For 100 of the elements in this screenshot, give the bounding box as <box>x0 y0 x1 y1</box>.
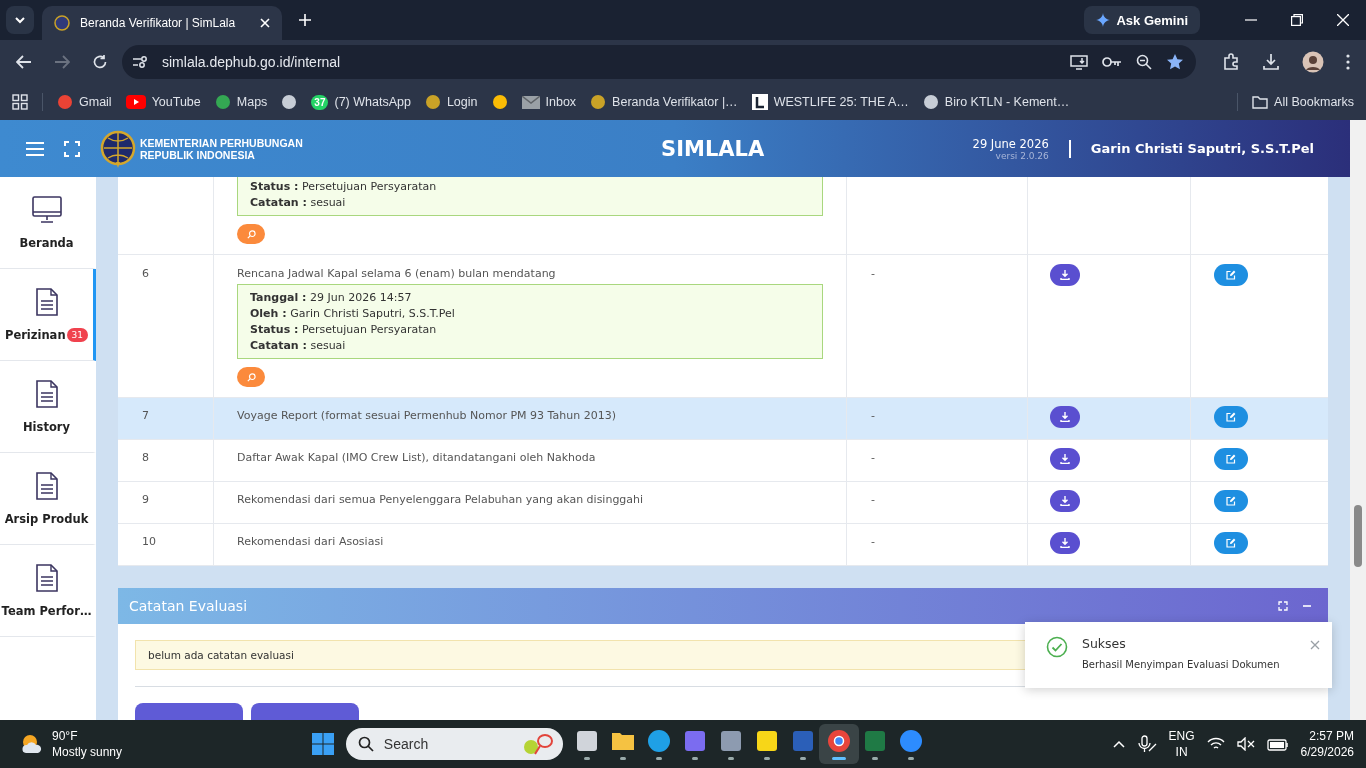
organization-name: REPUBLIK INDONESIA <box>140 148 256 161</box>
fullscreen-icon[interactable] <box>64 140 80 157</box>
avatar-icon[interactable] <box>1302 51 1324 73</box>
edit-button[interactable] <box>1214 532 1248 554</box>
bookmark[interactable]: Biro KTLN - Kement… <box>922 94 1070 110</box>
row-number: 10 <box>142 535 156 548</box>
bookmark[interactable]: Maps <box>214 94 268 110</box>
app-icon <box>754 728 779 753</box>
download-button[interactable] <box>1050 406 1080 428</box>
start-icon[interactable] <box>311 733 334 755</box>
app-icon <box>682 728 707 753</box>
bookmark[interactable]: Gmail <box>57 94 112 110</box>
edit-button[interactable] <box>1214 448 1248 470</box>
note-line: Status : Persetujuan Persyaratan <box>250 323 438 336</box>
app-title: SIMLALA <box>661 136 765 161</box>
bookmark[interactable]: Inbox <box>521 95 577 109</box>
app-icon <box>718 728 743 753</box>
bookmark-icon <box>424 94 441 110</box>
current-date: 29 June 2026 <box>972 136 1049 151</box>
taskbar-app[interactable] <box>818 724 859 764</box>
download-icon <box>1060 412 1070 422</box>
document-icon <box>35 471 58 500</box>
download-icon <box>1060 538 1070 548</box>
browser-tab[interactable]: Beranda Verifikator | SimLala <box>42 6 282 40</box>
mail-icon <box>521 95 540 109</box>
folder-icon <box>1252 95 1269 109</box>
expand-icon[interactable] <box>1278 601 1288 611</box>
install-app-icon[interactable] <box>1070 54 1088 70</box>
bookmark[interactable]: YouTube <box>125 95 201 109</box>
note-line: Tanggal : 29 Jun 2026 14:57 <box>250 291 413 304</box>
back-icon[interactable] <box>16 55 32 69</box>
edit-icon <box>1226 412 1236 422</box>
search-field[interactable]: Search <box>345 728 563 760</box>
search-icon <box>357 736 374 752</box>
bookmark[interactable] <box>491 94 508 110</box>
clock[interactable]: 2:57 PM 6/29/2026 <box>1300 728 1354 760</box>
document-name: Voyage Report (format sesuai Permenhub Nomor PM 93 Tahun 2013) <box>237 409 616 422</box>
bookmark[interactable]: 37 (7) WhatsApp <box>311 94 411 110</box>
download-button[interactable] <box>1050 448 1080 470</box>
edit-icon <box>1226 538 1236 548</box>
monitor-icon <box>31 195 62 224</box>
ask-gemini-button[interactable]: Ask Gemini <box>1084 6 1200 34</box>
apps-grid-icon[interactable] <box>12 94 28 110</box>
note-line: Catatan : sesuai <box>250 339 347 352</box>
row-number: 9 <box>142 493 149 506</box>
address-bar[interactable]: simlala.dephub.go.id/internal <box>122 45 1196 79</box>
edit-button[interactable] <box>1214 406 1248 428</box>
extensions-icon[interactable] <box>1222 53 1240 71</box>
app-icon <box>574 728 599 753</box>
battery-icon[interactable] <box>1266 737 1289 751</box>
star-icon[interactable] <box>1166 53 1184 71</box>
wifi-icon[interactable] <box>1206 737 1225 751</box>
new-tab-icon[interactable] <box>298 13 312 27</box>
bookmark-icon <box>57 94 73 110</box>
download-icon[interactable] <box>1262 53 1280 71</box>
note-line: Oleh : Garin Christi Saputri, S.S.T.Pel <box>250 307 456 320</box>
edit-icon <box>1226 270 1236 280</box>
tab-title: Beranda Verifikator | SimLala <box>80 16 237 30</box>
restore-icon[interactable] <box>1291 14 1303 26</box>
download-button[interactable] <box>1050 264 1080 286</box>
zoom-out-icon[interactable] <box>1136 54 1152 70</box>
all-bookmarks-link[interactable]: All Bookmarks <box>1252 95 1354 109</box>
row-number: 7 <box>142 409 149 422</box>
organization-name: KEMENTERIAN PERHUBUNGAN <box>140 136 303 149</box>
toast-message: Berhasil Menyimpan Evaluasi Dokumen <box>1082 659 1281 670</box>
note-line: Catatan : sesuai <box>250 196 347 209</box>
sun-cloud-icon <box>20 733 44 755</box>
bookmark-icon <box>491 94 508 110</box>
download-icon <box>1060 454 1070 464</box>
weather-widget[interactable]: 90°F Mostly sunny <box>20 728 123 760</box>
user-name: Garin Christi Saputri, S.S.T.Pel <box>1090 141 1314 156</box>
muted-speaker-icon[interactable] <box>1236 737 1255 751</box>
remarks-cell: - <box>871 267 875 280</box>
edit-icon <box>1226 454 1236 464</box>
bookmark-icon <box>214 94 231 110</box>
bookmark[interactable]: Login <box>424 94 478 110</box>
chevron-up-icon[interactable] <box>1112 740 1125 748</box>
scrollbar[interactable] <box>1350 120 1366 720</box>
row-number: 8 <box>142 451 149 464</box>
tab-search-button[interactable] <box>6 6 34 34</box>
edit-button[interactable] <box>1214 264 1248 286</box>
reload-icon[interactable] <box>92 54 108 70</box>
forward-icon[interactable] <box>54 55 70 69</box>
panel-title: Catatan Evaluasi <box>129 598 248 614</box>
download-button[interactable] <box>1050 490 1080 512</box>
bookmark-icon <box>590 94 607 110</box>
bookmark[interactable]: WESTLIFE 25: THE A… <box>751 94 909 110</box>
microphone-icon[interactable] <box>1136 735 1157 753</box>
remarks-cell: - <box>871 493 875 506</box>
bookmark[interactable] <box>281 94 298 110</box>
bookmark-icon <box>922 94 939 110</box>
document-icon <box>35 379 58 408</box>
language-indicator[interactable]: ENG IN <box>1168 728 1195 760</box>
site-settings-icon[interactable] <box>132 55 148 69</box>
key-icon[interactable] <box>1102 56 1122 68</box>
download-button[interactable] <box>1050 532 1080 554</box>
bookmark[interactable]: Beranda Verifikator |… <box>590 94 738 110</box>
edit-button[interactable] <box>1214 490 1248 512</box>
sidebar-label: Arsip Produk <box>4 511 89 526</box>
menu-icon[interactable] <box>1346 54 1350 70</box>
